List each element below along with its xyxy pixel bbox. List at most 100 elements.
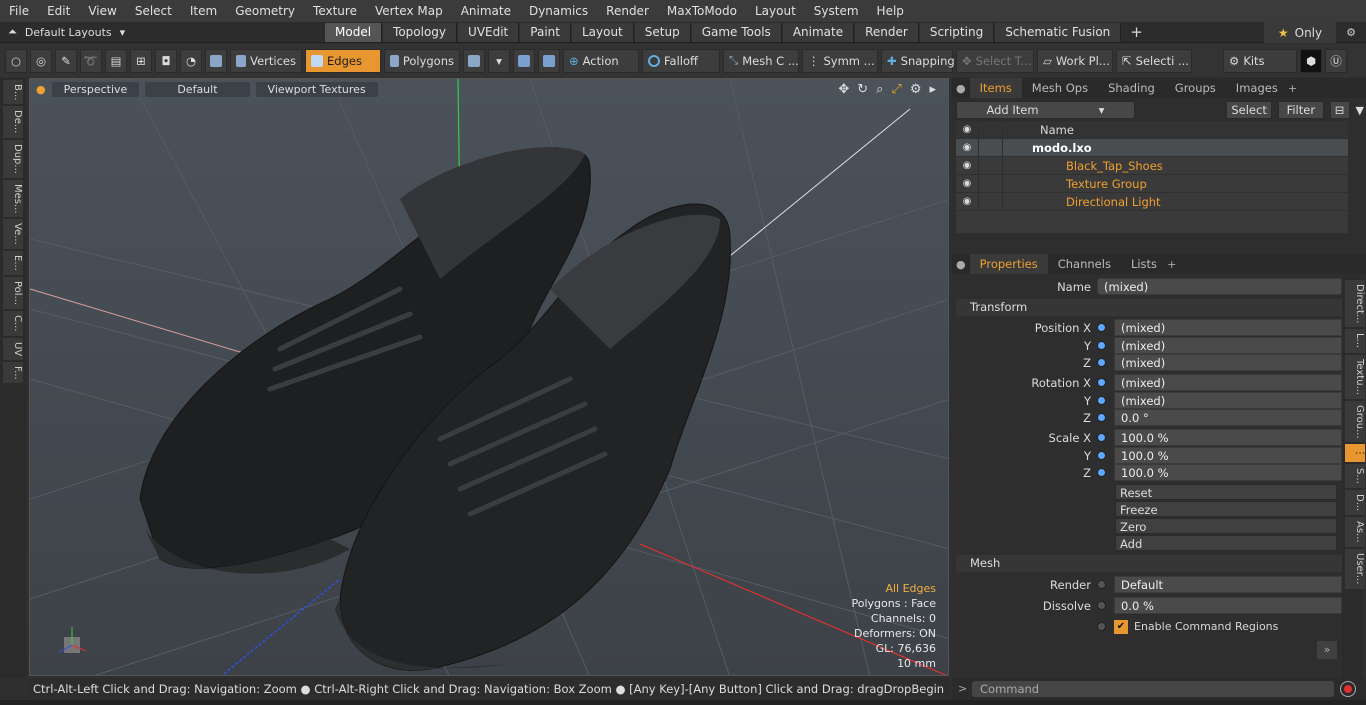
keyframe-icon[interactable]: [1097, 378, 1106, 387]
rotate-icon[interactable]: ↻: [857, 82, 868, 97]
tab-items[interactable]: Items: [969, 78, 1022, 98]
tab-paint[interactable]: Paint: [520, 22, 571, 42]
left-tab-mesh-edit[interactable]: Mes...: [3, 179, 23, 218]
keyframe-icon[interactable]: [1097, 622, 1106, 631]
polygons-button[interactable]: Polygons: [384, 48, 460, 73]
viewport-gear-icon[interactable]: ⚙: [910, 82, 922, 97]
position-y-field[interactable]: (mixed): [1114, 337, 1342, 354]
tab-model[interactable]: Model: [325, 22, 383, 42]
tab-setup[interactable]: Setup: [634, 22, 691, 42]
left-tab-vertex[interactable]: Ve...: [3, 219, 23, 250]
panel-menu-icon[interactable]: ●: [952, 82, 970, 95]
tree-row[interactable]: ◉ Texture Group: [956, 174, 1348, 193]
vertices-button[interactable]: Vertices: [230, 48, 302, 73]
globe-icon[interactable]: ◎: [30, 48, 52, 73]
eye-icon[interactable]: ◉: [956, 196, 978, 207]
mesh-constraint-button[interactable]: ⤡ Mesh C ...: [723, 48, 799, 73]
right-tab-assembly[interactable]: As...: [1345, 517, 1365, 548]
layout-dropdown[interactable]: ⏶ Default Layouts ▾: [0, 25, 200, 39]
eye-icon[interactable]: ◉: [956, 142, 978, 153]
viewport-textures-button[interactable]: Viewport Textures: [255, 81, 378, 97]
left-tab-fusion[interactable]: F...: [3, 361, 23, 384]
add-panel-tab-icon[interactable]: +: [1288, 82, 1297, 95]
keyframe-icon[interactable]: [1097, 433, 1106, 442]
record-icon[interactable]: [1340, 681, 1356, 697]
right-tab-user[interactable]: User...: [1345, 549, 1365, 589]
position-x-field[interactable]: (mixed): [1114, 319, 1342, 336]
menu-geometry[interactable]: Geometry: [226, 0, 304, 22]
snapping-button[interactable]: ✚ Snapping: [881, 48, 955, 73]
only-button[interactable]: ★ Only: [1264, 22, 1336, 43]
menu-texture[interactable]: Texture: [304, 0, 366, 22]
menu-view[interactable]: View: [79, 0, 125, 22]
keyframe-icon[interactable]: [1097, 341, 1106, 350]
add-panel-tab-icon[interactable]: +: [1167, 258, 1176, 271]
menu-edit[interactable]: Edit: [38, 0, 79, 22]
keyframe-icon[interactable]: [1097, 396, 1106, 405]
rotation-y-field[interactable]: (mixed): [1114, 392, 1342, 409]
panel-menu-icon[interactable]: ●: [952, 258, 970, 271]
grid-icon[interactable]: ⊞: [130, 48, 152, 73]
tab-topology[interactable]: Topology: [383, 22, 458, 42]
scale-y-field[interactable]: 100.0 %: [1114, 447, 1342, 464]
name-field[interactable]: (mixed): [1097, 278, 1342, 295]
keyframe-icon[interactable]: [1097, 601, 1106, 610]
zoom-icon[interactable]: ⌕: [876, 82, 883, 97]
left-tab-edge[interactable]: E...: [3, 251, 23, 275]
rotation-z-field[interactable]: 0.0 °: [1114, 409, 1342, 426]
unreal-icon[interactable]: Ⓤ: [1325, 48, 1347, 73]
tree-row[interactable]: ◉ Directional Light: [956, 192, 1348, 211]
lasso-icon[interactable]: ➰: [80, 48, 102, 73]
add-item-button[interactable]: Add Item ▾: [956, 101, 1135, 119]
falloff-button[interactable]: Falloff: [642, 48, 720, 73]
material-icon[interactable]: [463, 48, 485, 73]
left-tab-polygon[interactable]: Pol...: [3, 276, 23, 309]
tree-row[interactable]: ◉ modo.lxo: [956, 138, 1348, 157]
item-mode-icon[interactable]: [205, 48, 227, 73]
box-select-icon[interactable]: ◘: [155, 48, 177, 73]
cycle-icon[interactable]: ◔: [180, 48, 202, 73]
tab-layout[interactable]: Layout: [571, 22, 634, 42]
checkbox-icon[interactable]: ✔: [1114, 619, 1128, 634]
left-tab-duplicate[interactable]: Dup...: [3, 139, 23, 178]
menu-maxtomodo[interactable]: MaxToModo: [658, 0, 746, 22]
tab-lists[interactable]: Lists: [1121, 254, 1167, 274]
move-icon[interactable]: ✥: [838, 82, 849, 97]
right-tab-direct[interactable]: Direct...: [1345, 280, 1365, 328]
menu-file[interactable]: File: [0, 0, 38, 22]
eye-icon[interactable]: ◉: [956, 160, 978, 171]
right-tab-more-icon[interactable]: ⋮: [1345, 444, 1365, 463]
keyframe-icon[interactable]: [1097, 358, 1106, 367]
render-select[interactable]: Default: [1114, 576, 1342, 593]
work-plane-button[interactable]: ▱ Work Pl...: [1037, 48, 1113, 73]
keyframe-icon[interactable]: [1097, 451, 1106, 460]
position-z-field[interactable]: (mixed): [1114, 354, 1342, 371]
maximize-icon[interactable]: ⤢: [891, 82, 901, 97]
symmetry-button[interactable]: ⋮ Symm ...: [802, 48, 878, 73]
tab-game-tools[interactable]: Game Tools: [691, 22, 782, 42]
pen-icon[interactable]: ✎: [55, 48, 77, 73]
right-tab-l[interactable]: L...: [1345, 329, 1365, 353]
gear-icon[interactable]: ⚙: [1340, 22, 1362, 43]
action-center-button[interactable]: ⊕ Action: [563, 48, 639, 73]
rotation-x-field[interactable]: (mixed): [1114, 374, 1342, 391]
freeze-button[interactable]: Freeze: [1115, 501, 1337, 517]
tree-row[interactable]: ◉ Black_Tap_Shoes: [956, 156, 1348, 175]
reset-button[interactable]: Reset: [1115, 484, 1337, 500]
expand-panel-button[interactable]: »: [1317, 641, 1337, 659]
menu-item[interactable]: Item: [181, 0, 226, 22]
3d-viewport[interactable]: ● Perspective Default Viewport Textures …: [29, 78, 949, 676]
eye-icon[interactable]: ◉: [956, 178, 978, 189]
tab-scripting[interactable]: Scripting: [919, 22, 995, 42]
right-tab-d[interactable]: D...: [1345, 490, 1365, 516]
tab-shading[interactable]: Shading: [1098, 78, 1165, 98]
add-tab-icon[interactable]: +: [1122, 23, 1151, 41]
tab-groups[interactable]: Groups: [1165, 78, 1226, 98]
viewport-menu-icon[interactable]: ●: [36, 83, 46, 96]
scale-z-field[interactable]: 100.0 %: [1114, 464, 1342, 481]
add-button[interactable]: Add: [1115, 535, 1337, 551]
left-tab-uv[interactable]: UV: [3, 337, 23, 360]
select-through-button[interactable]: ✥ Select T...: [956, 48, 1034, 73]
collapse-icon[interactable]: ⊟: [1329, 101, 1350, 119]
circle-select-icon[interactable]: ○: [5, 48, 27, 73]
